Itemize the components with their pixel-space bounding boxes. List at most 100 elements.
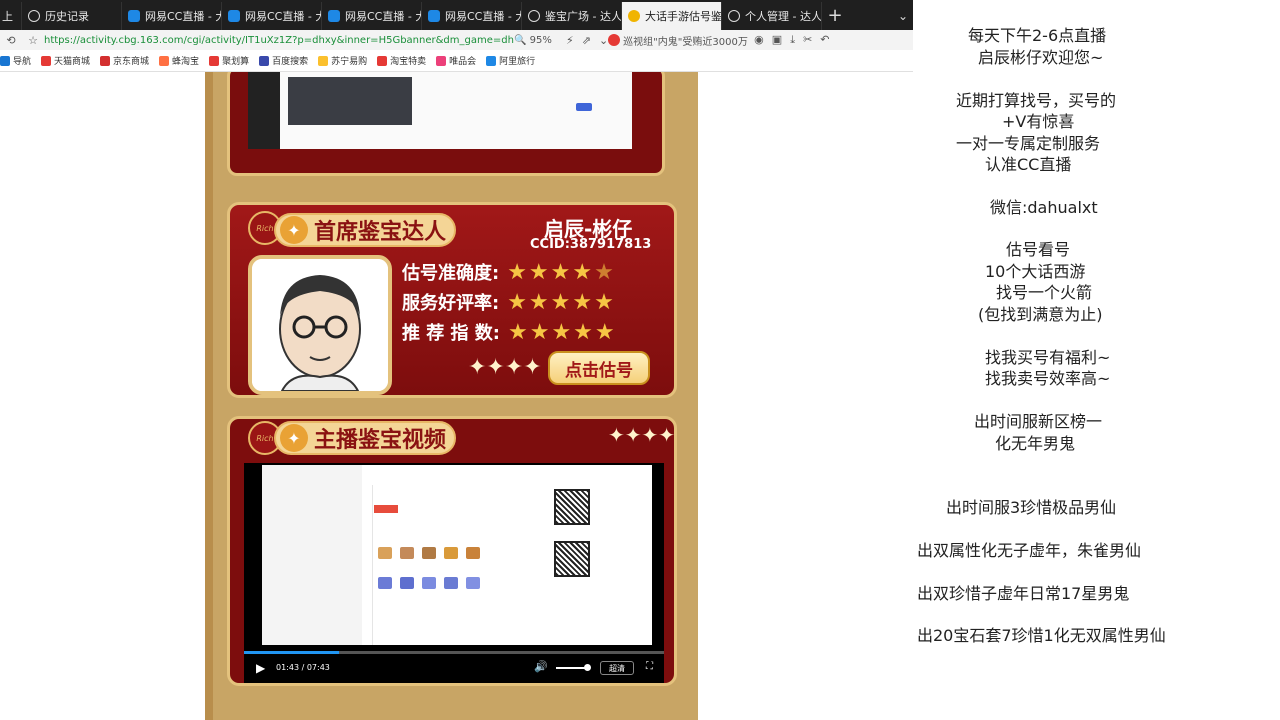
volume-knob[interactable]	[584, 664, 591, 671]
tab-5[interactable]: 网易CC直播 - 大玩	[422, 2, 522, 30]
tab-menu-icon[interactable]: ⌄	[893, 2, 913, 30]
bookmark-item[interactable]: 苏宁易购	[318, 54, 367, 67]
tab-label: 网易CC直播 - 大玩	[445, 10, 521, 23]
browser-window: 上 历史记录 网易CC直播 - 大玩 网易CC直播 - 大玩 网易CC直播 - 大玩 网易…	[0, 0, 913, 720]
item-icon	[444, 547, 458, 559]
dropdown-icon[interactable]: ⌄	[599, 34, 608, 47]
screenshot-dark-area	[288, 77, 412, 125]
video-progress-bar[interactable]	[244, 651, 664, 654]
bookmark-item[interactable]: 唯品会	[436, 54, 476, 67]
avatar-illustration	[252, 259, 388, 391]
undo-icon[interactable]: ↶	[820, 33, 829, 47]
appraise-button[interactable]: 点击估号	[548, 351, 650, 385]
bookmark-label: 导航	[13, 57, 32, 67]
address-bar: ⟲ ☆ https://activity.cbg.163.com/cgi/act…	[0, 30, 913, 50]
tools-icon[interactable]: ✂	[803, 33, 812, 47]
tab-bar: 上 历史记录 网易CC直播 - 大玩 网易CC直播 - 大玩 网易CC直播 - 大玩 网易…	[0, 0, 913, 30]
fullscreen-icon[interactable]: ⛶	[646, 661, 653, 672]
translate-icon[interactable]: ▣	[772, 33, 782, 47]
volume-slider[interactable]	[556, 667, 586, 669]
bookmark-item[interactable]: 淘宝特卖	[377, 54, 426, 67]
item-icon	[422, 577, 436, 589]
bookmark-icon	[486, 55, 497, 66]
sparkle-icon: ✦✦✦✦	[608, 423, 676, 447]
bookmark-icon	[0, 55, 10, 66]
item-icon	[378, 577, 392, 589]
overlay-line: 出双属性化无子虚年，朱雀男仙	[917, 541, 1142, 560]
tab-7[interactable]: 大话手游估号鉴定	[622, 2, 722, 30]
bookmark-label: 淘宝特卖	[390, 57, 427, 67]
rating-label: 估号准确度:	[402, 263, 500, 284]
globe-icon	[528, 10, 540, 22]
bookmark-label: 聚划算	[222, 57, 250, 67]
search-engine-icon	[608, 34, 621, 46]
stream-text-overlay: 每天下午2-6点直播 启辰彬仔欢迎您~ 近期打算找号，买号的 +V有惊喜 一对一专属定制…	[913, 0, 1280, 720]
bookmark-label: 苏宁易购	[331, 57, 368, 67]
tab-6[interactable]: 鉴宝广场 - 达人鉴	[522, 2, 622, 30]
bookmark-star-icon[interactable]: ☆	[22, 34, 44, 47]
star-rating-icon: ★★★★★	[508, 319, 617, 345]
back-icon[interactable]: ⟲	[0, 34, 22, 47]
rating-accuracy: 估号准确度: ★★★★★	[402, 259, 616, 285]
tab-0[interactable]: 上	[0, 2, 22, 30]
tab-4[interactable]: 网易CC直播 - 大玩	[322, 2, 422, 30]
avatar	[248, 255, 392, 395]
overlay-line: 微信:dahualxt	[990, 198, 1098, 217]
tab-label: 个人管理 - 达人鉴	[745, 10, 822, 23]
overlay-line: 出双珍惜子虚年日常17星男鬼	[917, 584, 1130, 603]
bookmark-item[interactable]: 导航	[0, 54, 31, 67]
tab-3[interactable]: 网易CC直播 - 大玩	[222, 2, 322, 30]
bookmark-item[interactable]: 天猫商城	[41, 54, 90, 67]
video-player[interactable]: ▶ 01:43 / 07:43 🔊 超清 ⛶	[244, 463, 664, 683]
search-box[interactable]: 巡视组"内鬼"受贿近3000万	[608, 33, 748, 48]
new-tab-button[interactable]: +	[822, 2, 848, 30]
qr-code-icon	[554, 541, 590, 577]
section-title-text: 首席鉴宝达人	[314, 220, 447, 245]
extension-icon[interactable]: ◉	[754, 33, 764, 47]
tab-2[interactable]: 网易CC直播 - 大玩	[122, 2, 222, 30]
video-progress-fill	[244, 651, 339, 654]
appraiser-ccid: CCID:387917813	[530, 237, 652, 252]
lightning-icon[interactable]: ⚡	[566, 34, 574, 47]
item-icon	[422, 547, 436, 559]
play-icon[interactable]: ▶	[256, 661, 265, 675]
star-rating-icon: ★★★★★	[507, 259, 616, 285]
star-rating-icon: ★★★★★	[507, 289, 616, 315]
bookmark-item[interactable]: 聚划算	[209, 54, 249, 67]
rating-service: 服务好评率: ★★★★★	[402, 289, 616, 315]
download-icon[interactable]: ⤓	[790, 33, 795, 47]
tab-label: 鉴宝广场 - 达人鉴	[545, 10, 622, 23]
overlay-line: 找我卖号效率高~	[985, 369, 1111, 388]
cc-icon	[428, 10, 440, 22]
bookmark-label: 天猫商城	[54, 57, 91, 67]
video-frame-tab	[374, 505, 398, 513]
overlay-line: (包找到满意为止)	[978, 305, 1103, 324]
item-icon	[444, 577, 458, 589]
clock-icon	[28, 10, 40, 22]
quality-button[interactable]: 超清	[600, 661, 634, 675]
dhxy-icon	[628, 10, 640, 22]
url-field[interactable]: https://activity.cbg.163.com/cgi/activit…	[44, 35, 514, 46]
address-icons: ⚡ ⇗ ⌄	[566, 34, 608, 47]
tab-8[interactable]: 个人管理 - 达人鉴	[722, 2, 822, 30]
bookmark-label: 百度搜索	[272, 57, 309, 67]
bookmark-label: 阿里旅行	[499, 57, 536, 67]
star-seal-icon: ✦	[280, 424, 308, 452]
bookmark-item[interactable]: 蜂淘宝	[159, 54, 199, 67]
tab-label: 网易CC直播 - 大玩	[345, 10, 421, 23]
item-icon	[378, 547, 392, 559]
bookmark-item[interactable]: 京东商城	[100, 54, 149, 67]
zoom-level[interactable]: 🔍 95%	[514, 35, 560, 46]
web-page: Rich ✦ 首席鉴宝达人 启辰-彬仔 CCID:387917813 估号准确度…	[205, 72, 698, 720]
overlay-line: 找号一个火箭	[996, 283, 1093, 302]
bookmark-item[interactable]: 阿里旅行	[486, 54, 535, 67]
bookmark-icon	[209, 55, 220, 66]
bookmark-item[interactable]: 百度搜索	[259, 54, 308, 67]
tab-1[interactable]: 历史记录	[22, 2, 122, 30]
section-title-video: ✦ 主播鉴宝视频	[274, 421, 457, 455]
top-screenshot	[248, 72, 632, 149]
share-icon[interactable]: ⇗	[582, 34, 591, 47]
volume-icon[interactable]: 🔊	[534, 660, 548, 673]
item-icon	[466, 577, 480, 589]
top-video-panel	[227, 72, 665, 176]
